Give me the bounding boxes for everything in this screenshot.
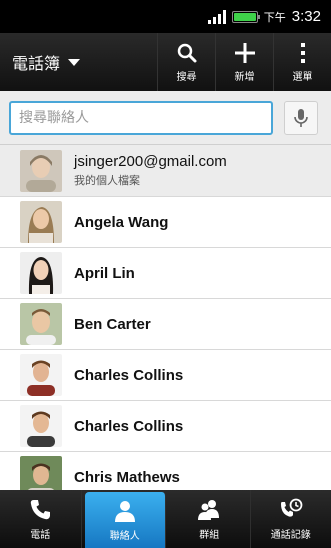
group-icon [198, 499, 220, 520]
app-title: 電話簿 [12, 54, 61, 73]
contact-name: Charles Collins [74, 417, 184, 435]
contact-name: Chris Mathews [74, 468, 180, 486]
search-icon [177, 43, 196, 63]
tab-groups[interactable]: 群組 [169, 490, 251, 548]
search-input[interactable] [9, 100, 273, 135]
phone-icon [31, 499, 51, 519]
tab-contacts[interactable]: 聯絡人 [84, 492, 166, 548]
contact-name: Angela Wang [74, 213, 169, 231]
more-vert-icon [300, 43, 305, 63]
contact-row[interactable]: Charles Collins [0, 401, 331, 452]
contact-row[interactable]: Charles Collins [0, 350, 331, 401]
avatar [20, 252, 62, 294]
contact-list: jsinger200@gmail.com 我的個人檔案 Angela Wang … [0, 145, 331, 490]
battery-icon [231, 10, 260, 23]
bottom-tab-bar: 電話 聯絡人 群組 通話記錄 [0, 490, 331, 548]
contact-row[interactable]: Angela Wang [0, 197, 331, 248]
avatar [20, 303, 62, 345]
signal-icon [207, 9, 226, 24]
profile-email: jsinger200@gmail.com [74, 153, 227, 170]
status-ampm: 下午 [263, 10, 286, 24]
tab-groups-label: 群組 [199, 529, 220, 541]
add-contact-button[interactable]: 新增 [215, 33, 273, 91]
tab-call-history[interactable]: 通話記錄 [251, 490, 331, 548]
search-button[interactable]: 搜尋 [157, 33, 215, 91]
voice-search-button[interactable] [284, 100, 318, 135]
microphone-icon [294, 108, 308, 127]
contact-row[interactable]: April Lin [0, 248, 331, 299]
tab-contacts-label: 聯絡人 [109, 530, 140, 542]
person-icon [114, 500, 135, 522]
status-bar: 下午 3:32 [0, 0, 331, 33]
avatar [20, 149, 62, 192]
tab-phone[interactable]: 電話 [0, 490, 82, 548]
app-title-dropdown[interactable]: 電話簿 [0, 33, 157, 91]
tab-phone-label: 電話 [30, 529, 51, 541]
contact-row[interactable]: Chris Mathews [0, 452, 331, 490]
avatar [20, 354, 62, 396]
menu-button[interactable]: 選單 [273, 33, 331, 91]
contact-name: Charles Collins [74, 366, 184, 384]
avatar [20, 405, 62, 447]
status-time: 3:32 [291, 8, 321, 25]
profile-subtitle: 我的個人檔案 [74, 174, 140, 187]
tab-call-history-label: 通話記錄 [270, 529, 311, 541]
menu-button-label: 選單 [292, 72, 313, 83]
search-button-label: 搜尋 [176, 72, 197, 83]
contact-name: April Lin [74, 264, 135, 282]
call-history-icon [280, 498, 303, 517]
avatar [20, 456, 62, 490]
plus-icon [234, 43, 255, 63]
search-area [0, 91, 331, 145]
my-profile-row[interactable]: jsinger200@gmail.com 我的個人檔案 [0, 145, 331, 197]
avatar [20, 201, 62, 243]
contact-name: Ben Carter [74, 315, 151, 333]
contact-row[interactable]: Ben Carter [0, 299, 331, 350]
action-bar: 電話簿 搜尋 新增 選單 [0, 33, 331, 91]
dropdown-caret-icon [68, 58, 81, 66]
add-button-label: 新增 [234, 72, 255, 83]
